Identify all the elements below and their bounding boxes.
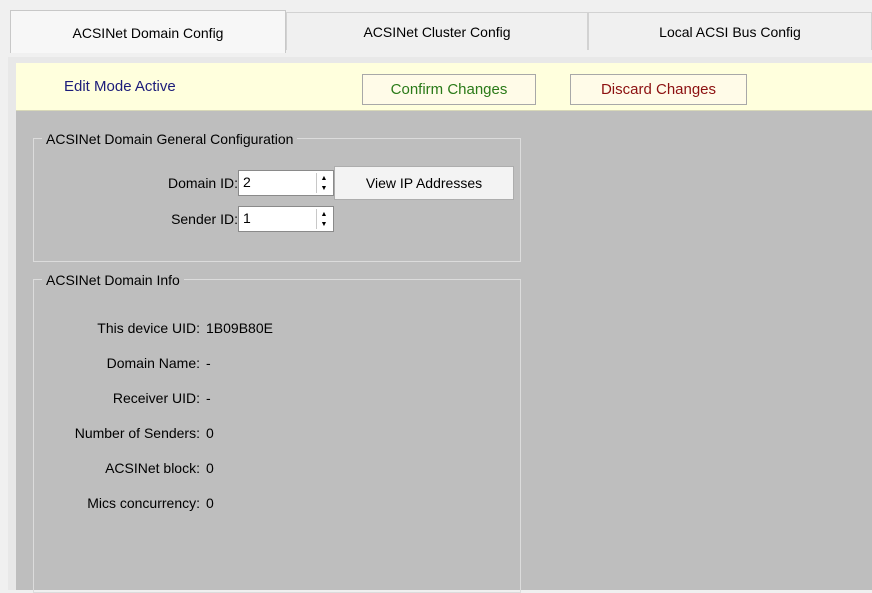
stepper-up-icon[interactable]: ▲ [317,173,331,183]
info-label: Mics concurrency: [87,495,200,511]
info-row-domain-name: Domain Name: - [16,355,486,375]
domain-id-stepper-arrows[interactable]: ▲ ▼ [316,173,331,193]
info-value: 0 [206,425,214,441]
info-label: Receiver UID: [112,390,200,406]
info-label: ACSINet block: [105,460,200,476]
tab-acsinet-domain-config[interactable]: ACSINet Domain Config [10,10,286,53]
stepper-down-icon[interactable]: ▼ [317,219,331,229]
domain-id-label: Domain ID: [167,175,238,191]
domain-info-title: ACSINet Domain Info [42,271,184,289]
info-value: 0 [206,460,214,476]
info-row-device-uid: This device UID: 1B09B80E [16,320,486,340]
info-value: 0 [206,495,214,511]
sender-id-label: Sender ID: [171,211,238,227]
edit-mode-bar: Edit Mode Active Confirm Changes Discard… [16,63,872,111]
tab-bar: ACSINet Domain Config ACSINet Cluster Co… [0,0,872,58]
sender-id-stepper-arrows[interactable]: ▲ ▼ [316,209,331,229]
info-row-acsinet-block: ACSINet block: 0 [16,460,486,480]
info-label: Domain Name: [106,355,200,371]
tab-content-panel: Edit Mode Active Confirm Changes Discard… [8,57,872,593]
sender-id-value: 1 [243,210,251,226]
edit-mode-status: Edit Mode Active [64,78,176,95]
stepper-down-icon[interactable]: ▼ [317,183,331,193]
sender-id-stepper[interactable]: 1 ▲ ▼ [238,206,334,232]
info-value: - [206,390,211,406]
general-configuration-group: ACSINet Domain General Configuration [33,130,521,262]
tab-local-acsi-bus-config[interactable]: Local ACSI Bus Config [588,12,872,50]
info-row-number-of-senders: Number of Senders: 0 [16,425,486,445]
domain-id-stepper[interactable]: 2 ▲ ▼ [238,170,334,196]
info-row-mics-concurrency: Mics concurrency: 0 [16,495,486,515]
general-configuration-title: ACSINet Domain General Configuration [42,130,298,148]
view-ip-addresses-button[interactable]: View IP Addresses [334,166,514,200]
info-value: 1B09B80E [206,320,273,336]
info-label: This device UID: [97,320,200,336]
discard-changes-button[interactable]: Discard Changes [570,74,747,105]
info-row-receiver-uid: Receiver UID: - [16,390,486,410]
tab-acsinet-cluster-config[interactable]: ACSINet Cluster Config [286,12,588,50]
info-value: - [206,355,211,371]
stepper-up-icon[interactable]: ▲ [317,209,331,219]
domain-id-value: 2 [243,174,251,190]
info-label: Number of Senders: [74,425,200,441]
confirm-changes-button[interactable]: Confirm Changes [362,74,536,105]
